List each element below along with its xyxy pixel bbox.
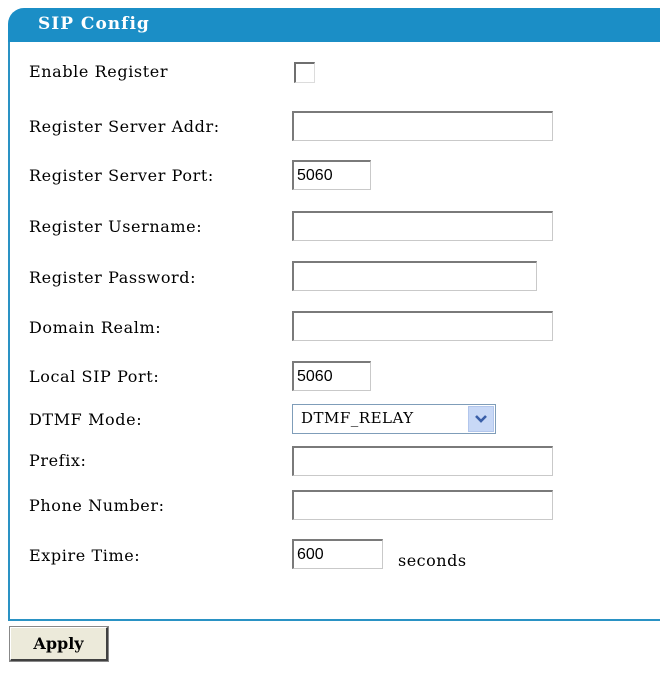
register-server-port-label: Register Server Port: <box>29 166 214 185</box>
phone-number-label: Phone Number: <box>29 496 165 515</box>
register-server-addr-input[interactable] <box>292 111 553 141</box>
register-password-input[interactable] <box>292 261 537 291</box>
phone-number-input[interactable] <box>292 490 553 520</box>
dtmf-mode-label: DTMF Mode: <box>29 410 143 429</box>
local-sip-port-input[interactable]: 5060 <box>292 361 371 391</box>
domain-realm-label: Domain Realm: <box>29 318 162 337</box>
sip-config-panel: SIP Config Enable Register Register Serv… <box>0 0 660 678</box>
apply-button[interactable]: Apply <box>9 626 109 662</box>
dtmf-mode-selected-value: DTMF_RELAY <box>301 409 414 427</box>
register-username-label: Register Username: <box>29 217 203 236</box>
panel-title: SIP Config <box>38 14 150 34</box>
local-sip-port-label: Local SIP Port: <box>29 367 160 386</box>
register-server-addr-label: Register Server Addr: <box>29 117 220 136</box>
domain-realm-input[interactable] <box>292 311 553 341</box>
register-username-input[interactable] <box>292 211 553 241</box>
expire-time-input[interactable]: 600 <box>292 539 383 569</box>
panel-header: SIP Config <box>8 8 660 42</box>
enable-register-checkbox[interactable] <box>294 62 315 83</box>
expire-time-label: Expire Time: <box>29 546 141 565</box>
chevron-down-icon[interactable] <box>468 406 494 432</box>
dtmf-mode-select[interactable]: DTMF_RELAY <box>292 404 496 434</box>
expire-time-unit: seconds <box>398 551 467 570</box>
prefix-input[interactable] <box>292 446 553 476</box>
prefix-label: Prefix: <box>29 451 87 470</box>
enable-register-label: Enable Register <box>29 62 169 81</box>
register-server-port-input[interactable]: 5060 <box>292 160 371 190</box>
register-password-label: Register Password: <box>29 268 197 287</box>
